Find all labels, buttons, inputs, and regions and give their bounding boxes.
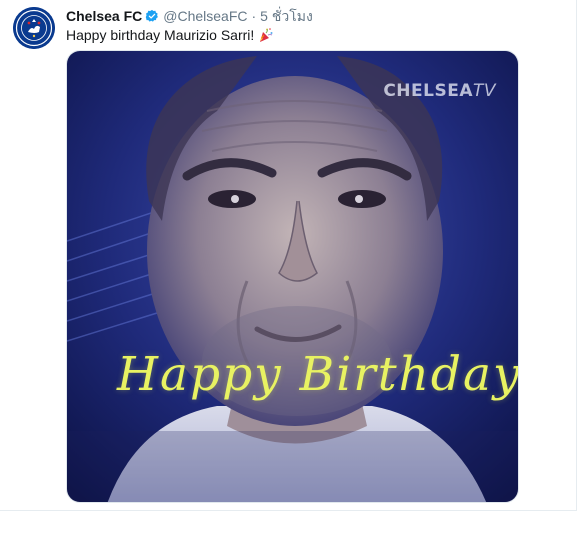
party-popper-icon: [258, 27, 274, 43]
verified-badge-icon: [145, 9, 159, 23]
tweet-text: Happy birthday Maurizio Sarri!: [66, 26, 274, 44]
tweet-card[interactable]: Chelsea FC @ChelseaFC · 5 ชั่วโมง Happy …: [0, 0, 577, 511]
happy-birthday-overlay-text: Happy Birthday: [117, 347, 519, 402]
username-handle[interactable]: @ChelseaFC: [163, 7, 247, 25]
watermark-suffix: TV: [472, 81, 496, 101]
tweet-header: Chelsea FC @ChelseaFC · 5 ชั่วโมง: [66, 7, 313, 25]
display-name[interactable]: Chelsea FC: [66, 7, 142, 25]
tweet-text-content: Happy birthday Maurizio Sarri!: [66, 27, 255, 43]
watermark-brand: CHELSEA: [383, 81, 473, 101]
portrait-image: [67, 51, 518, 502]
timestamp-link[interactable]: 5 ชั่วโมง: [260, 7, 313, 25]
separator-dot: ·: [251, 8, 257, 24]
chelsea-tv-watermark: CHELSEATV: [383, 81, 496, 101]
avatar[interactable]: [13, 7, 55, 49]
tweet-media-image[interactable]: CHELSEATV Happy Birthday: [66, 50, 519, 503]
chelsea-crest-icon: [13, 7, 55, 49]
